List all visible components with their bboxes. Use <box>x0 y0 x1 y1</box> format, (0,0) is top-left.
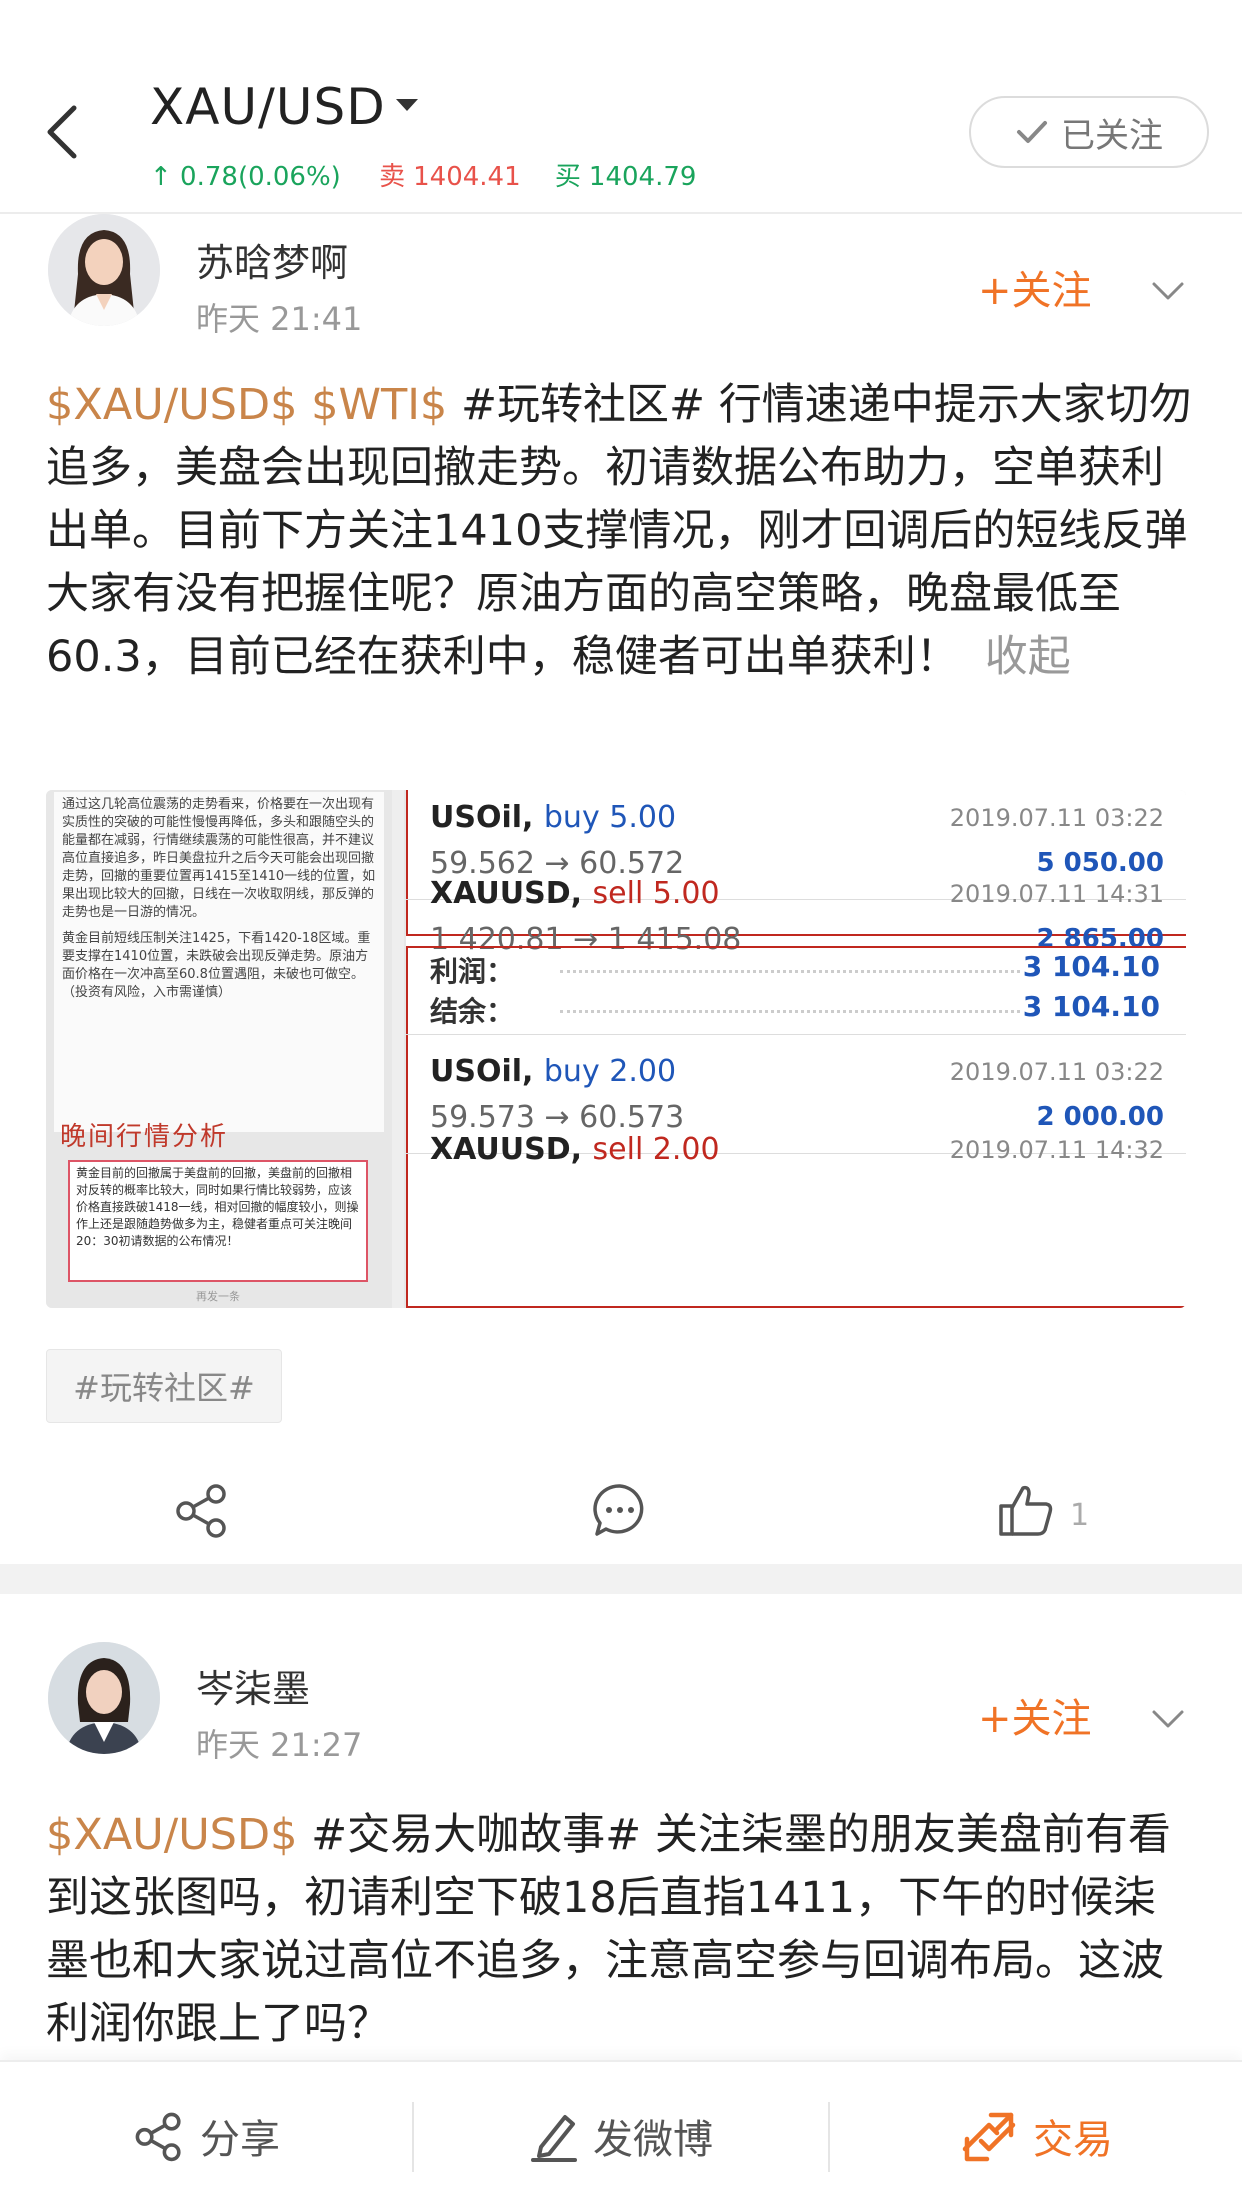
note-text: 黄金目前短线压制关注1425，下看1420-18区域。重要支撑在1410位置，未… <box>62 931 371 1000</box>
post-card: 岑柒墨 昨天 21:27 +关注 $XAU/USD$ #交易大咖故事# 关注柒墨… <box>0 1642 1242 2062</box>
follow-label: 关注 <box>1011 1696 1092 1742</box>
pencil-icon <box>531 2115 577 2162</box>
plus-icon: + <box>978 1696 1012 1742</box>
analysis-note: 通过这几轮高位震荡的走势看来，价格要在一次出现有实质性的突破的可能性慢慢再降低，… <box>54 792 384 1132</box>
buy-price: 1404.79 <box>588 162 697 192</box>
stock-tag[interactable]: $XAU/USD$ <box>46 380 297 430</box>
caret-down-icon <box>395 98 418 111</box>
trade-arrows-icon <box>962 2112 1016 2162</box>
check-icon <box>1017 121 1047 143</box>
balance-row: 结余： 3 104.10 <box>430 990 1160 1030</box>
like-icon[interactable] <box>996 1480 1056 1540</box>
share-button[interactable]: 分享 <box>0 2062 412 2210</box>
balance-label: 结余： <box>430 995 515 1028</box>
post-divider <box>0 1564 1242 1594</box>
page-title: XAU/USD <box>150 78 386 136</box>
avatar[interactable] <box>48 1642 160 1754</box>
post-time: 昨天 21:27 <box>196 1726 363 1764</box>
balance-value: 3 104.10 <box>1022 990 1160 1023</box>
trade-label: 交易 <box>1033 2117 1113 2163</box>
price-change: ↑ 0.78(0.06%) <box>150 162 341 192</box>
author-name[interactable]: 苏晗梦啊 <box>196 232 348 287</box>
quote-line: ↑ 0.78(0.06%) 卖 1404.41 买 1404.79 <box>150 156 696 193</box>
divider <box>406 1034 1186 1035</box>
symbol-selector[interactable]: XAU/USD <box>150 78 418 136</box>
topic-tag[interactable]: #交易大咖故事# <box>311 1810 641 1860</box>
weibo-label: 发微博 <box>593 2117 713 2163</box>
post-weibo-button[interactable]: 发微博 <box>414 2062 828 2210</box>
buy-label: 买 <box>554 162 581 192</box>
followed-label: 已关注 <box>1061 115 1163 156</box>
post-image[interactable]: 通过这几轮高位震荡的走势看来，价格要在一次出现有实质性的突破的可能性慢慢再降低，… <box>46 790 1186 1308</box>
avatar[interactable] <box>48 214 160 326</box>
profit-value: 3 104.10 <box>1022 950 1160 983</box>
trade-symbol: XAUUSD, <box>430 876 583 911</box>
trade-side: buy 5.00 <box>543 800 677 835</box>
share-icon <box>135 2112 181 2162</box>
trade-symbol: XAUUSD, <box>430 1132 583 1167</box>
analysis-notes-image: 通过这几轮高位震荡的走势看来，价格要在一次出现有实质性的突破的可能性慢慢再降低，… <box>46 790 392 1308</box>
author-name[interactable]: 岑柒墨 <box>196 1658 310 1713</box>
profit-label: 利润： <box>430 955 515 988</box>
follow-label: 关注 <box>1011 268 1092 314</box>
sell-price: 1404.41 <box>413 162 521 192</box>
trade-records-image: USOil, buy 5.00 59.562 → 60.572 2019.07.… <box>404 790 1186 1308</box>
post-time: 昨天 21:41 <box>196 300 363 338</box>
stock-tag[interactable]: $XAU/USD$ <box>46 1810 297 1860</box>
stock-tag[interactable]: $WTI$ <box>311 380 447 430</box>
note-text: 通过这几轮高位震荡的走势看来，价格要在一次出现有实质性的突破的可能性慢慢再降低，… <box>62 797 376 920</box>
trade-side: sell 2.00 <box>592 1132 720 1167</box>
share-icon[interactable] <box>172 1480 232 1540</box>
follow-button[interactable]: +关注 <box>978 258 1092 316</box>
sell-label: 卖 <box>379 162 406 192</box>
trade-button[interactable]: 交易 <box>830 2062 1242 2210</box>
share-label: 分享 <box>200 2117 280 2163</box>
collapse-link[interactable]: 收起 <box>985 632 1071 682</box>
note-title: 晚间行情分析 <box>60 1122 229 1152</box>
trade-symbol: USOil, <box>430 800 534 835</box>
post-actions: 1 <box>0 1470 1242 1570</box>
post-content: $XAU/USD$ $WTI$ #玩转社区# 行情速递中提示大家切勿追多，美盘会… <box>46 374 1196 689</box>
trade-symbol: USOil, <box>430 1054 534 1089</box>
trade-side: sell 5.00 <box>592 876 720 911</box>
header: XAU/USD ↑ 0.78(0.06%) 卖 1404.41 买 1404.79 … <box>0 0 1242 214</box>
analysis-note-boxed: 黄金目前的回撤属于美盘前的回撤，美盘前的回撤相对反转的概率比较大，同时如果行情比… <box>68 1160 368 1282</box>
comment-icon[interactable] <box>590 1480 650 1540</box>
topic-tag[interactable]: #玩转社区# <box>461 380 705 430</box>
profit-row: 利润： 3 104.10 <box>430 950 1160 990</box>
trade-date: 2019.07.11 14:32 <box>949 1136 1164 1164</box>
trade-date: 2019.07.11 03:22 <box>949 1058 1164 1086</box>
followed-button[interactable]: 已关注 <box>969 96 1209 168</box>
plus-icon: + <box>978 268 1012 314</box>
back-arrow-icon[interactable] <box>36 100 96 160</box>
chevron-down-icon[interactable] <box>1148 276 1188 306</box>
note-more: 再发一条 <box>196 1290 240 1303</box>
follow-button[interactable]: +关注 <box>978 1686 1092 1744</box>
trade-row: XAUUSD, sell 2.00 2019.07.11 14:32 <box>406 1122 1186 1232</box>
bottom-action-bar: 分享 发微博 交易 <box>0 2060 1242 2210</box>
like-count: 1 <box>1070 1498 1090 1533</box>
topic-chip[interactable]: #玩转社区# <box>46 1349 282 1423</box>
trade-side: buy 2.00 <box>543 1054 677 1089</box>
post-content: $XAU/USD$ #交易大咖故事# 关注柒墨的朋友美盘前有看到这张图吗，初请利… <box>46 1804 1196 2056</box>
chevron-down-icon[interactable] <box>1148 1704 1188 1734</box>
trade-date: 2019.07.11 14:31 <box>949 880 1164 908</box>
trade-date: 2019.07.11 03:22 <box>949 804 1164 832</box>
